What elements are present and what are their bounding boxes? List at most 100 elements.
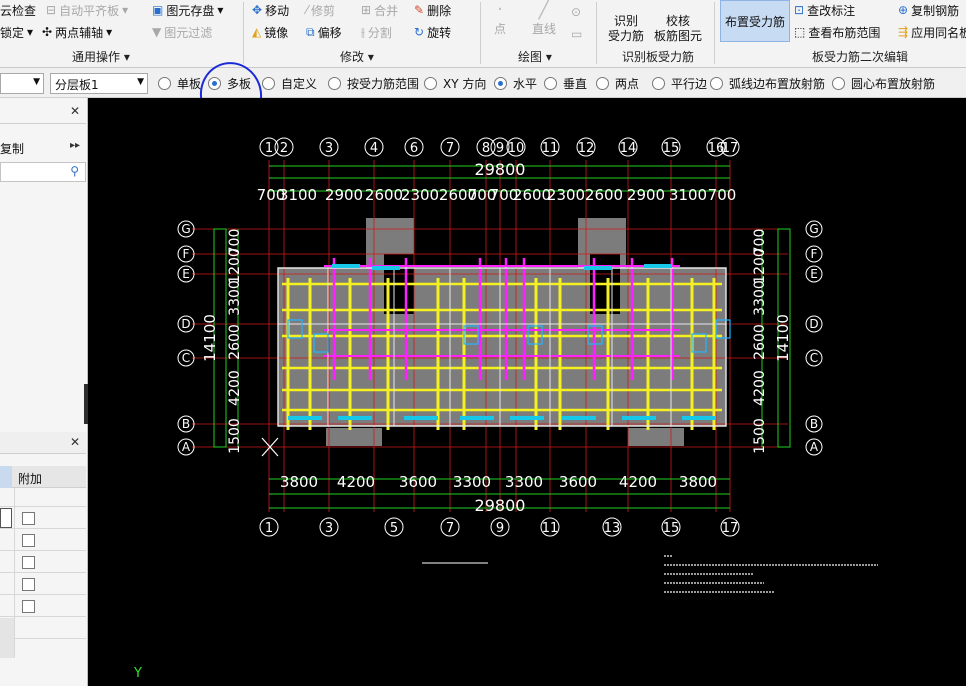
dimension-text: 2900 [627, 186, 665, 204]
layer-combo-value: 分层板1 [55, 78, 99, 92]
axis-label: E [182, 267, 190, 281]
floor-plan-drawing[interactable]: 1 2 3 4 6 7 8 9 10 11 12 14 15 16171 3 5 7 9 11 13 15 17G GF FE… [88, 98, 966, 686]
merge-button[interactable]: ⊞ 合并 [361, 0, 398, 20]
two-point-axis-button[interactable]: ✣ 两点辅轴 ▾ [42, 22, 112, 42]
mirror-button[interactable]: ◭ 镜像 [252, 22, 288, 42]
eraser-icon: ✎ [414, 3, 425, 17]
radio-label: 两点 [615, 77, 640, 91]
group-separator [714, 2, 715, 64]
radio-option[interactable]: XY 方向 [424, 75, 486, 92]
radio-option[interactable]: 单板 [158, 75, 201, 92]
rotate-button[interactable]: ↻ 旋转 [414, 22, 451, 42]
group-title-slab-edit: 板受力筋二次编辑 [812, 50, 909, 64]
dimension-text: 3300 [453, 473, 491, 491]
draw-arc-button[interactable]: ⊙ [571, 2, 581, 22]
draw-line-button[interactable]: ╱ 直线 [532, 1, 556, 37]
dimension-text: 3800 [280, 473, 318, 491]
axis-label: 3 [325, 521, 333, 536]
radio-option[interactable]: 圆心布置放射筋 [832, 75, 935, 92]
dimension-text: 1500 [752, 418, 768, 454]
dimension-text: 3800 [679, 473, 717, 491]
dimension-text: 700 [708, 186, 737, 204]
axis-y-label: Y [134, 666, 142, 681]
split-button[interactable]: ⫲ 分割 [361, 22, 392, 42]
window-mark [372, 266, 400, 270]
window-mark [584, 266, 612, 270]
auto-align-slab-button[interactable]: ⊟ 自动平齐板 ▾ [46, 0, 128, 20]
element-filter-button[interactable]: ▼ 图元过滤 [152, 22, 212, 42]
axis-label: 1 [265, 521, 273, 536]
copy-rebar-button[interactable]: ⊕ 复制钢筋 [898, 0, 959, 20]
dimension-text: 2600 [365, 186, 403, 204]
radio-circle [710, 77, 723, 90]
radio-option[interactable]: 弧线边布置放射筋 [710, 75, 825, 92]
attach-checkbox[interactable] [22, 556, 35, 569]
copy-row[interactable]: 复制 ▸▸ [0, 138, 86, 158]
radio-option[interactable]: 按受力筋范围 [328, 75, 419, 92]
trim-button[interactable]: ⁄ 修剪 [306, 0, 335, 20]
arrange-rebar-button[interactable]: 布置受力筋 [720, 0, 790, 42]
layer-combo[interactable]: 分层板1 ▼ [50, 73, 148, 94]
radio-option[interactable]: 水平 [494, 75, 537, 92]
cad-canvas[interactable]: 1 2 3 4 6 7 8 9 10 11 12 14 15 16 17 1 3 5 7 9 11 13 15 17 G G F F E… [88, 98, 966, 686]
radio-circle [262, 77, 275, 90]
delete-button[interactable]: ✎ 删除 [414, 0, 451, 20]
trim-icon: ⁄ [306, 3, 309, 17]
floor-combo[interactable]: ▼ [0, 73, 44, 94]
check-mark-label: 查改标注 [807, 3, 856, 18]
dimension-text: 4200 [337, 473, 375, 491]
cloud-check-button[interactable]: 云检查 [0, 0, 36, 20]
save-element-button[interactable]: ▣ 图元存盘 ▾ [152, 0, 223, 20]
attach-checkbox[interactable] [22, 534, 35, 547]
draw-point-button[interactable]: · 点 [494, 1, 506, 37]
mirror-label: 镜像 [264, 25, 289, 40]
axis-label: 7 [446, 141, 454, 156]
radio-option[interactable]: 平行边 [652, 75, 707, 92]
check-label-line1: 校核 [666, 14, 691, 28]
lock-button[interactable]: 锁定 ▾ [0, 22, 33, 42]
axis-label: 10 [508, 141, 525, 156]
axis-label: 2 [280, 141, 288, 156]
circle-icon: ⊙ [571, 5, 582, 19]
chevron-right-icon[interactable]: ▸▸ [70, 140, 80, 151]
chevron-down-icon: ▾ [217, 3, 224, 17]
draw-rect-button[interactable]: ▭ [571, 24, 582, 44]
dimension-text: 4200 [752, 370, 768, 406]
close-icon[interactable]: ✕ [70, 104, 80, 118]
chevron-down-icon: ▼ [137, 77, 144, 87]
apply-same-name-button[interactable]: ⇶ 应用同名板 [898, 22, 966, 42]
radio-circle [424, 77, 437, 90]
dimension-text: 4200 [619, 473, 657, 491]
dimension-text: 3100 [669, 186, 707, 204]
radio-circle [544, 77, 557, 90]
radio-option[interactable]: 自定义 [262, 75, 317, 92]
dimension-text: 3300 [505, 473, 543, 491]
copy-rebar-label: 复制钢筋 [911, 3, 960, 18]
axis-label: 13 [604, 521, 621, 536]
filter-icon: ▼ [152, 25, 162, 39]
active-cell[interactable] [0, 508, 12, 528]
window-mark [460, 416, 494, 420]
axis-label: 11 [542, 521, 559, 536]
check-slab-element-button[interactable]: 校核 板筋图元 [654, 2, 702, 44]
attach-checkbox[interactable] [22, 600, 35, 613]
attach-checkbox[interactable] [22, 512, 35, 525]
identify-rebar-button[interactable]: 识别 受力筋 [608, 2, 644, 44]
attach-checkbox[interactable] [22, 578, 35, 591]
axis-label: 6 [410, 141, 418, 156]
radio-label: 弧线边布置放射筋 [729, 77, 826, 91]
radio-option[interactable]: 两点 [596, 75, 639, 92]
move-label: 移动 [265, 3, 290, 18]
view-range-button[interactable]: ⬚ 查看布筋范围 [794, 22, 880, 42]
move-button[interactable]: ✥ 移动 [252, 0, 289, 20]
check-mark-button[interactable]: ⊡ 查改标注 [794, 0, 855, 20]
axis-label: 7 [446, 521, 454, 536]
group-title-draw: 绘图 ▾ [518, 50, 552, 64]
radio-label: 自定义 [281, 77, 318, 91]
search-input[interactable]: ⚲ [0, 162, 86, 182]
radio-option[interactable]: 垂直 [544, 75, 587, 92]
offset-button[interactable]: ⧉ 偏移 [306, 22, 342, 42]
close-icon[interactable]: ✕ [70, 435, 80, 449]
radio-circle [832, 77, 845, 90]
radio-label: 垂直 [563, 77, 588, 91]
